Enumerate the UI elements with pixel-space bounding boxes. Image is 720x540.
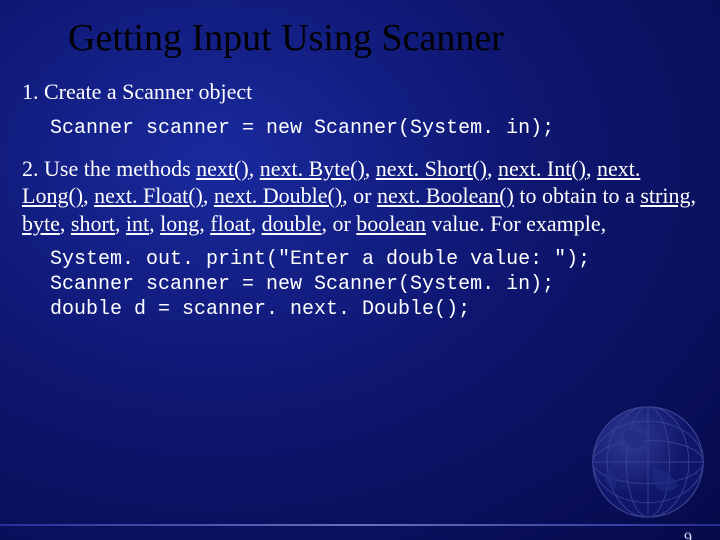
step-1-label: 1. Create a Scanner object [22,78,696,106]
footer-divider [0,524,720,526]
method-nextshort: next. Short() [376,156,487,181]
type-double: double [262,211,322,236]
method-nextdouble: next. Double() [214,183,342,208]
method-nextfloat: next. Float() [94,183,203,208]
slide-body: 1. Create a Scanner object Scanner scann… [0,78,720,322]
page-number: 9 [684,530,692,540]
globe-icon [588,402,708,522]
type-float: float [210,211,250,236]
type-int: int [126,211,149,236]
slide-title: Getting Input Using Scanner [68,16,720,60]
method-next: next() [196,156,249,181]
type-short: short [71,211,115,236]
step-2-text: 2. Use the methods next(), next. Byte(),… [22,155,696,238]
method-nextbyte: next. Byte() [260,156,365,181]
type-string: string [640,183,690,208]
method-nextint: next. Int() [498,156,586,181]
step-1-code: Scanner scanner = new Scanner(System. in… [50,116,696,141]
type-boolean: boolean [356,211,426,236]
step-2-code: System. out. print("Enter a double value… [50,247,696,322]
method-nextboolean: next. Boolean() [377,183,514,208]
type-byte: byte [22,211,60,236]
type-long: long [160,211,199,236]
